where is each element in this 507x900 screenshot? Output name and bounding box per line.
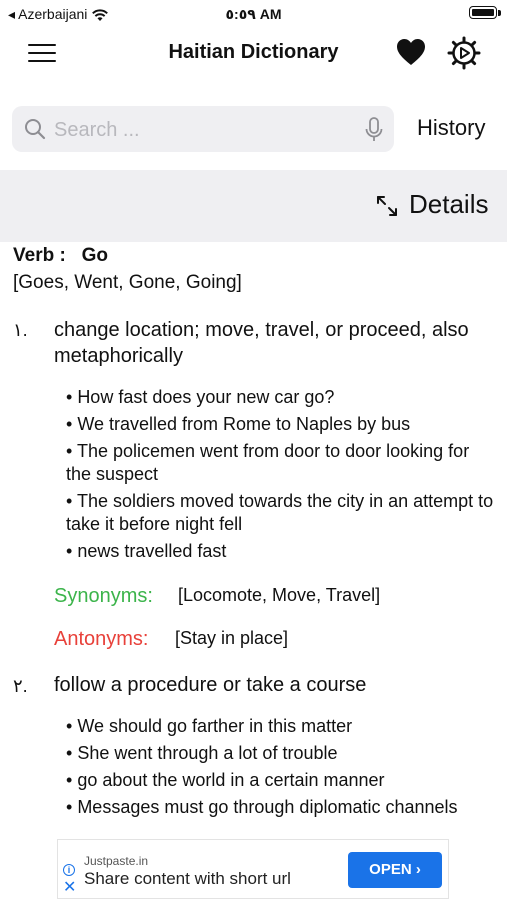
example-item: We should go farther in this matter xyxy=(66,715,498,738)
example-item: The policemen went from door to door loo… xyxy=(66,440,498,486)
example-item: news travelled fast xyxy=(66,540,498,563)
battery-tip xyxy=(498,10,501,16)
expand-arrows-icon xyxy=(377,196,397,216)
ad-open-button[interactable]: OPEN › xyxy=(348,852,442,888)
nav-bar: Haitian Dictionary xyxy=(0,30,507,76)
antonyms-value: [Stay in place] xyxy=(175,628,289,648)
example-item: We travelled from Rome to Naples by bus xyxy=(66,413,498,436)
sense-number: ١. xyxy=(13,320,28,340)
part-of-speech: Verb : xyxy=(13,245,66,266)
example-list: How fast does your new car go? We travel… xyxy=(66,386,498,567)
antonyms-label: Antonyms: xyxy=(54,628,149,650)
example-item: The soldiers moved towards the city in a… xyxy=(66,490,498,536)
history-button[interactable]: History xyxy=(417,115,485,141)
definition-content: Verb : Go [Goes, Went, Gone, Going] ١. c… xyxy=(0,242,507,830)
example-item: Messages must go through diplomatic chan… xyxy=(66,796,498,819)
details-label: Details xyxy=(409,189,489,219)
status-bar: ◂ Azerbaijani ٥:٥٩ AM xyxy=(0,0,507,28)
ad-close-icon[interactable]: ✕ xyxy=(63,880,76,896)
ad-text: Share content with short url xyxy=(84,869,291,888)
settings-gear-icon[interactable] xyxy=(447,36,481,70)
synonyms-label: Synonyms: xyxy=(54,585,153,607)
ad-info-icon[interactable]: i xyxy=(63,864,75,876)
search-bar[interactable] xyxy=(12,106,394,154)
ad-banner[interactable]: i ✕ Justpaste.in Share content with shor… xyxy=(57,839,449,899)
battery-icon xyxy=(469,6,497,19)
app-title: Haitian Dictionary xyxy=(168,41,339,63)
verb-forms: [Goes, Went, Gone, Going] xyxy=(13,272,242,293)
details-bar[interactable]: Details xyxy=(0,170,507,242)
microphone-icon[interactable] xyxy=(364,117,384,143)
example-list: We should go farther in this matter She … xyxy=(66,715,498,823)
example-item: How fast does your new car go? xyxy=(66,386,498,409)
example-item: go about the world in a certain manner xyxy=(66,769,498,792)
part-of-speech-line: Verb : Go xyxy=(13,245,108,267)
ad-source: Justpaste.in xyxy=(84,854,149,868)
sense-definition: change location; move, travel, or procee… xyxy=(54,319,469,367)
search-icon xyxy=(25,119,46,140)
search-input[interactable] xyxy=(52,106,356,154)
favorites-heart-icon[interactable] xyxy=(396,38,426,66)
status-time: ٥:٥٩ AM xyxy=(225,6,282,22)
synonyms-value: [Locomote, Move, Travel] xyxy=(178,585,381,605)
example-item: She went through a lot of trouble xyxy=(66,742,498,765)
headword: Go xyxy=(81,245,109,266)
sense-number: ٢. xyxy=(13,676,28,696)
sense-definition: follow a procedure or take a course xyxy=(54,674,367,696)
